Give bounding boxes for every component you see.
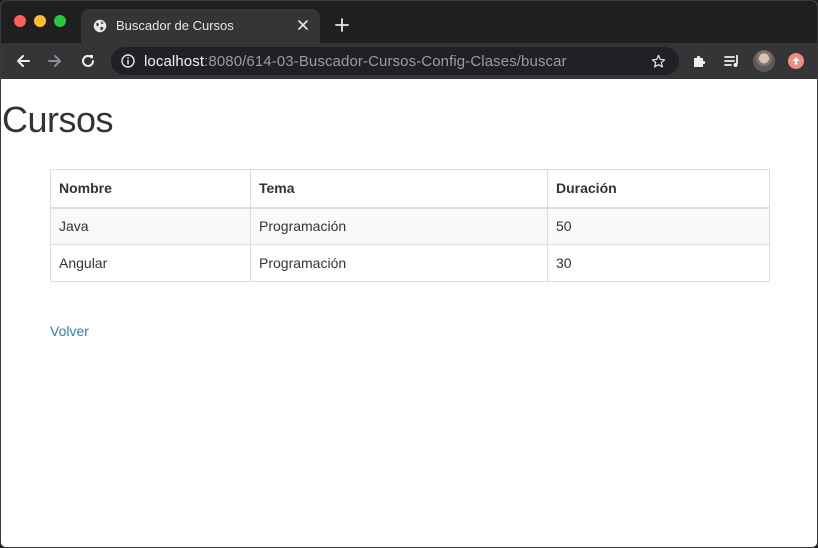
puzzle-icon[interactable] — [691, 52, 709, 70]
url-host: localhost — [144, 53, 205, 70]
table-header-row: Nombre Tema Duración — [50, 169, 770, 209]
table-row: Angular Programación 30 — [50, 244, 770, 282]
window-minimize-button[interactable] — [34, 15, 46, 27]
column-header-nombre: Nombre — [50, 169, 251, 209]
forward-arrow-icon[interactable] — [46, 52, 64, 70]
star-icon[interactable] — [651, 54, 666, 69]
page-title: Cursos — [2, 99, 114, 140]
cell-nombre: Angular — [50, 244, 251, 282]
avatar[interactable] — [753, 50, 775, 72]
table-row: Java Programación 50 — [50, 207, 770, 245]
cell-nombre: Java — [50, 207, 251, 245]
url-path: :8080/614-03-Buscador-Cursos-Config-Clas… — [204, 53, 567, 70]
browser-window: Buscador de Cursos localhost:8080/614-03… — [0, 0, 818, 548]
window-maximize-button[interactable] — [54, 15, 66, 27]
column-header-tema: Tema — [250, 169, 548, 209]
back-arrow-icon[interactable] — [14, 52, 32, 70]
title-bar: Buscador de Cursos — [1, 1, 817, 43]
browser-tab[interactable]: Buscador de Cursos — [81, 9, 320, 43]
reload-icon[interactable] — [79, 52, 97, 70]
courses-table: Nombre Tema Duración Java Programación 5… — [50, 169, 770, 282]
column-header-duracion: Duración — [547, 169, 770, 209]
cell-duracion: 50 — [547, 207, 770, 245]
tab-title: Buscador de Cursos — [116, 18, 234, 33]
cell-duracion: 30 — [547, 244, 770, 282]
info-icon[interactable] — [121, 54, 135, 68]
browser-toolbar: localhost:8080/614-03-Buscador-Cursos-Co… — [1, 43, 817, 79]
back-link[interactable]: Volver — [50, 323, 89, 339]
update-icon[interactable] — [788, 53, 804, 69]
page-content: Cursos Nombre Tema Duración Java Program… — [1, 79, 817, 547]
window-close-button[interactable] — [14, 15, 26, 27]
plus-icon[interactable] — [334, 17, 350, 33]
cell-tema: Programación — [250, 244, 548, 282]
address-bar[interactable]: localhost:8080/614-03-Buscador-Cursos-Co… — [111, 47, 679, 75]
globe-icon — [93, 19, 107, 33]
close-icon[interactable] — [296, 18, 310, 32]
url-text: localhost:8080/614-03-Buscador-Cursos-Co… — [144, 53, 567, 70]
cell-tema: Programación — [250, 207, 548, 245]
media-queue-icon[interactable] — [723, 52, 741, 70]
